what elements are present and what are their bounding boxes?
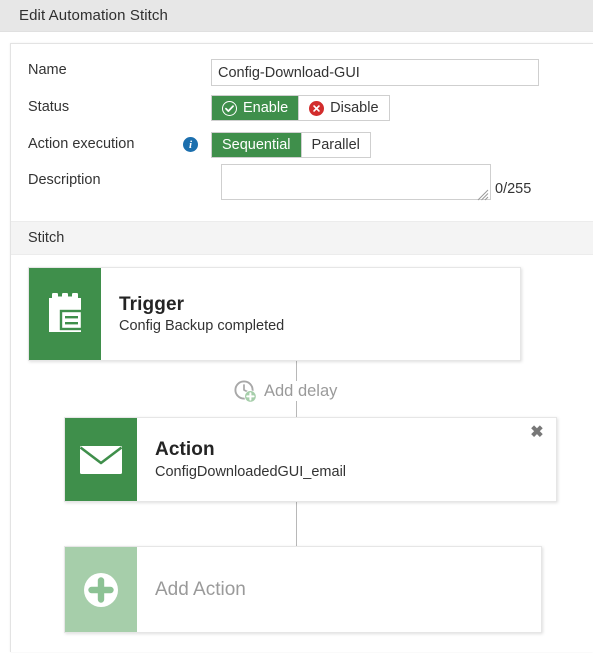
status-toggle-group: Enable Disable bbox=[211, 95, 390, 121]
add-action-node[interactable]: Add Action bbox=[64, 546, 542, 633]
name-label: Name bbox=[28, 62, 67, 78]
plus-circle-icon bbox=[79, 568, 123, 612]
form-row-name: Name bbox=[11, 57, 593, 87]
action-execution-sequential-button[interactable]: Sequential bbox=[212, 133, 301, 157]
action-node[interactable]: Action ConfigDownloadedGUI_email ✖ bbox=[64, 417, 557, 502]
edit-automation-stitch-panel: Name Status Enable bbox=[10, 43, 593, 652]
action-node-close-icon[interactable]: ✖ bbox=[528, 424, 546, 442]
envelope-icon bbox=[78, 442, 124, 478]
add-action-label: Add Action bbox=[155, 578, 246, 600]
action-execution-parallel-button[interactable]: Parallel bbox=[300, 133, 370, 157]
description-input[interactable] bbox=[221, 164, 491, 200]
x-circle-icon bbox=[309, 100, 325, 116]
clipboard-list-icon bbox=[44, 291, 86, 337]
add-delay-label: Add delay bbox=[264, 382, 338, 400]
trigger-node-subtitle: Config Backup completed bbox=[119, 318, 285, 335]
parallel-label: Parallel bbox=[311, 137, 360, 153]
trigger-node-icon-area bbox=[29, 268, 101, 360]
action-execution-toggle-group: Sequential Parallel bbox=[211, 132, 371, 158]
form-row-description: Description 0/255 bbox=[11, 164, 593, 214]
dialog-titlebar: Edit Automation Stitch bbox=[0, 0, 593, 32]
action-node-title: Action bbox=[155, 439, 215, 461]
action-node-subtitle: ConfigDownloadedGUI_email bbox=[155, 463, 347, 480]
sequential-label: Sequential bbox=[222, 137, 291, 153]
add-action-icon-area bbox=[65, 547, 137, 632]
stitch-flow-canvas: Trigger Config Backup completed Add dela… bbox=[11, 255, 593, 653]
status-disable-label: Disable bbox=[330, 100, 379, 116]
action-node-icon-area bbox=[65, 418, 137, 501]
add-action-node-body: Add Action bbox=[137, 547, 541, 632]
stitch-section-label: Stitch bbox=[28, 230, 65, 246]
check-circle-icon bbox=[222, 100, 237, 116]
trigger-node-body: Trigger Config Backup completed bbox=[101, 268, 520, 360]
stitch-section-header: Stitch bbox=[11, 221, 593, 255]
status-label: Status bbox=[28, 99, 70, 115]
status-disable-button[interactable]: Disable bbox=[298, 96, 389, 120]
dialog-title: Edit Automation Stitch bbox=[19, 7, 168, 24]
action-node-body: Action ConfigDownloadedGUI_email ✖ bbox=[137, 418, 556, 501]
form-row-status: Status Enable Disable bbox=[11, 94, 593, 124]
connector-trigger-to-delay bbox=[296, 361, 297, 381]
add-delay-button[interactable]: Add delay bbox=[233, 379, 337, 404]
clock-plus-icon bbox=[233, 379, 258, 404]
status-enable-button[interactable]: Enable bbox=[212, 96, 299, 120]
action-execution-label: Action execution bbox=[28, 136, 135, 152]
description-char-counter: 0/255 bbox=[495, 181, 532, 197]
description-label: Description bbox=[28, 172, 101, 188]
name-input[interactable] bbox=[211, 59, 539, 86]
connector-action-to-add bbox=[296, 502, 297, 546]
status-enable-label: Enable bbox=[243, 100, 289, 116]
form-row-action-execution: Action execution i Sequential Parallel bbox=[11, 131, 593, 161]
info-icon[interactable]: i bbox=[183, 137, 198, 152]
trigger-node[interactable]: Trigger Config Backup completed bbox=[28, 267, 521, 361]
trigger-node-title: Trigger bbox=[119, 293, 185, 315]
